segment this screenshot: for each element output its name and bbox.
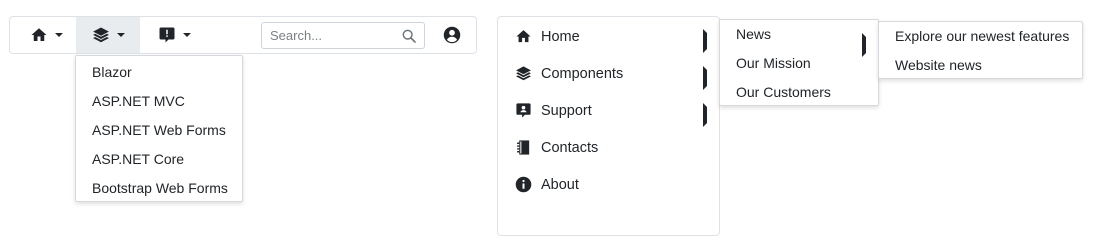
chevron-down-icon bbox=[54, 33, 63, 37]
chevron-down-icon bbox=[182, 33, 191, 37]
toolbar-menu bbox=[9, 16, 477, 54]
toolbar-item-components[interactable] bbox=[76, 17, 140, 53]
info-icon bbox=[514, 176, 532, 194]
user-circle-icon[interactable] bbox=[443, 26, 461, 44]
dropdown-item-bootstrap-web-forms[interactable]: Bootstrap Web Forms bbox=[76, 174, 242, 203]
menu-item-label: Contacts bbox=[541, 139, 599, 156]
home-submenu: News Our Mission Our Customers bbox=[719, 19, 879, 106]
submenu-item-label: Our Customers bbox=[736, 84, 831, 100]
menu-item-label: Home bbox=[541, 28, 580, 45]
layers-icon bbox=[514, 65, 532, 83]
home-icon bbox=[514, 28, 532, 46]
support-chat-icon bbox=[158, 26, 176, 44]
support-chat-icon bbox=[514, 102, 532, 120]
submenu-item-label: News bbox=[736, 26, 772, 42]
home-icon bbox=[30, 26, 48, 44]
chevron-right-icon bbox=[703, 66, 707, 90]
submenu-item-newest-features[interactable]: Explore our newest features bbox=[879, 22, 1082, 51]
menu-item-label: Components bbox=[541, 65, 624, 82]
menu-item-contacts[interactable]: Contacts bbox=[498, 129, 719, 166]
dropdown-item-aspnet-core[interactable]: ASP.NET Core bbox=[76, 145, 242, 174]
submenu-item-website-news[interactable]: Website news bbox=[879, 51, 1082, 80]
news-submenu: Explore our newest features Website news bbox=[878, 21, 1083, 79]
dropdown-item-aspnet-mvc[interactable]: ASP.NET MVC bbox=[76, 87, 242, 116]
contacts-book-icon bbox=[514, 139, 532, 157]
chevron-right-icon bbox=[703, 103, 707, 127]
search-input[interactable] bbox=[262, 23, 392, 48]
menu-item-label: About bbox=[541, 176, 579, 193]
layers-icon bbox=[92, 26, 110, 44]
toolbar-item-home[interactable] bbox=[14, 17, 78, 53]
components-dropdown: Blazor ASP.NET MVC ASP.NET Web Forms ASP… bbox=[75, 55, 243, 202]
menu-item-support[interactable]: Support bbox=[498, 92, 719, 129]
vertical-menu: Home Components Support Contacts About bbox=[497, 16, 720, 236]
submenu-item-our-customers[interactable]: Our Customers bbox=[720, 78, 878, 107]
dropdown-item-aspnet-web-forms[interactable]: ASP.NET Web Forms bbox=[76, 116, 242, 145]
chevron-right-icon bbox=[703, 29, 707, 53]
dropdown-item-blazor[interactable]: Blazor bbox=[76, 58, 242, 87]
menu-item-about[interactable]: About bbox=[498, 166, 719, 203]
menu-item-home[interactable]: Home bbox=[498, 18, 719, 55]
menu-item-label: Support bbox=[541, 102, 592, 119]
search-box bbox=[261, 22, 425, 49]
submenu-item-our-mission[interactable]: Our Mission bbox=[720, 49, 878, 78]
submenu-item-label: Our Mission bbox=[736, 55, 811, 71]
toolbar-item-support[interactable] bbox=[142, 17, 206, 53]
chevron-down-icon bbox=[116, 33, 125, 37]
submenu-item-news[interactable]: News bbox=[720, 20, 878, 57]
menu-item-components[interactable]: Components bbox=[498, 55, 719, 92]
search-icon[interactable] bbox=[401, 28, 417, 44]
